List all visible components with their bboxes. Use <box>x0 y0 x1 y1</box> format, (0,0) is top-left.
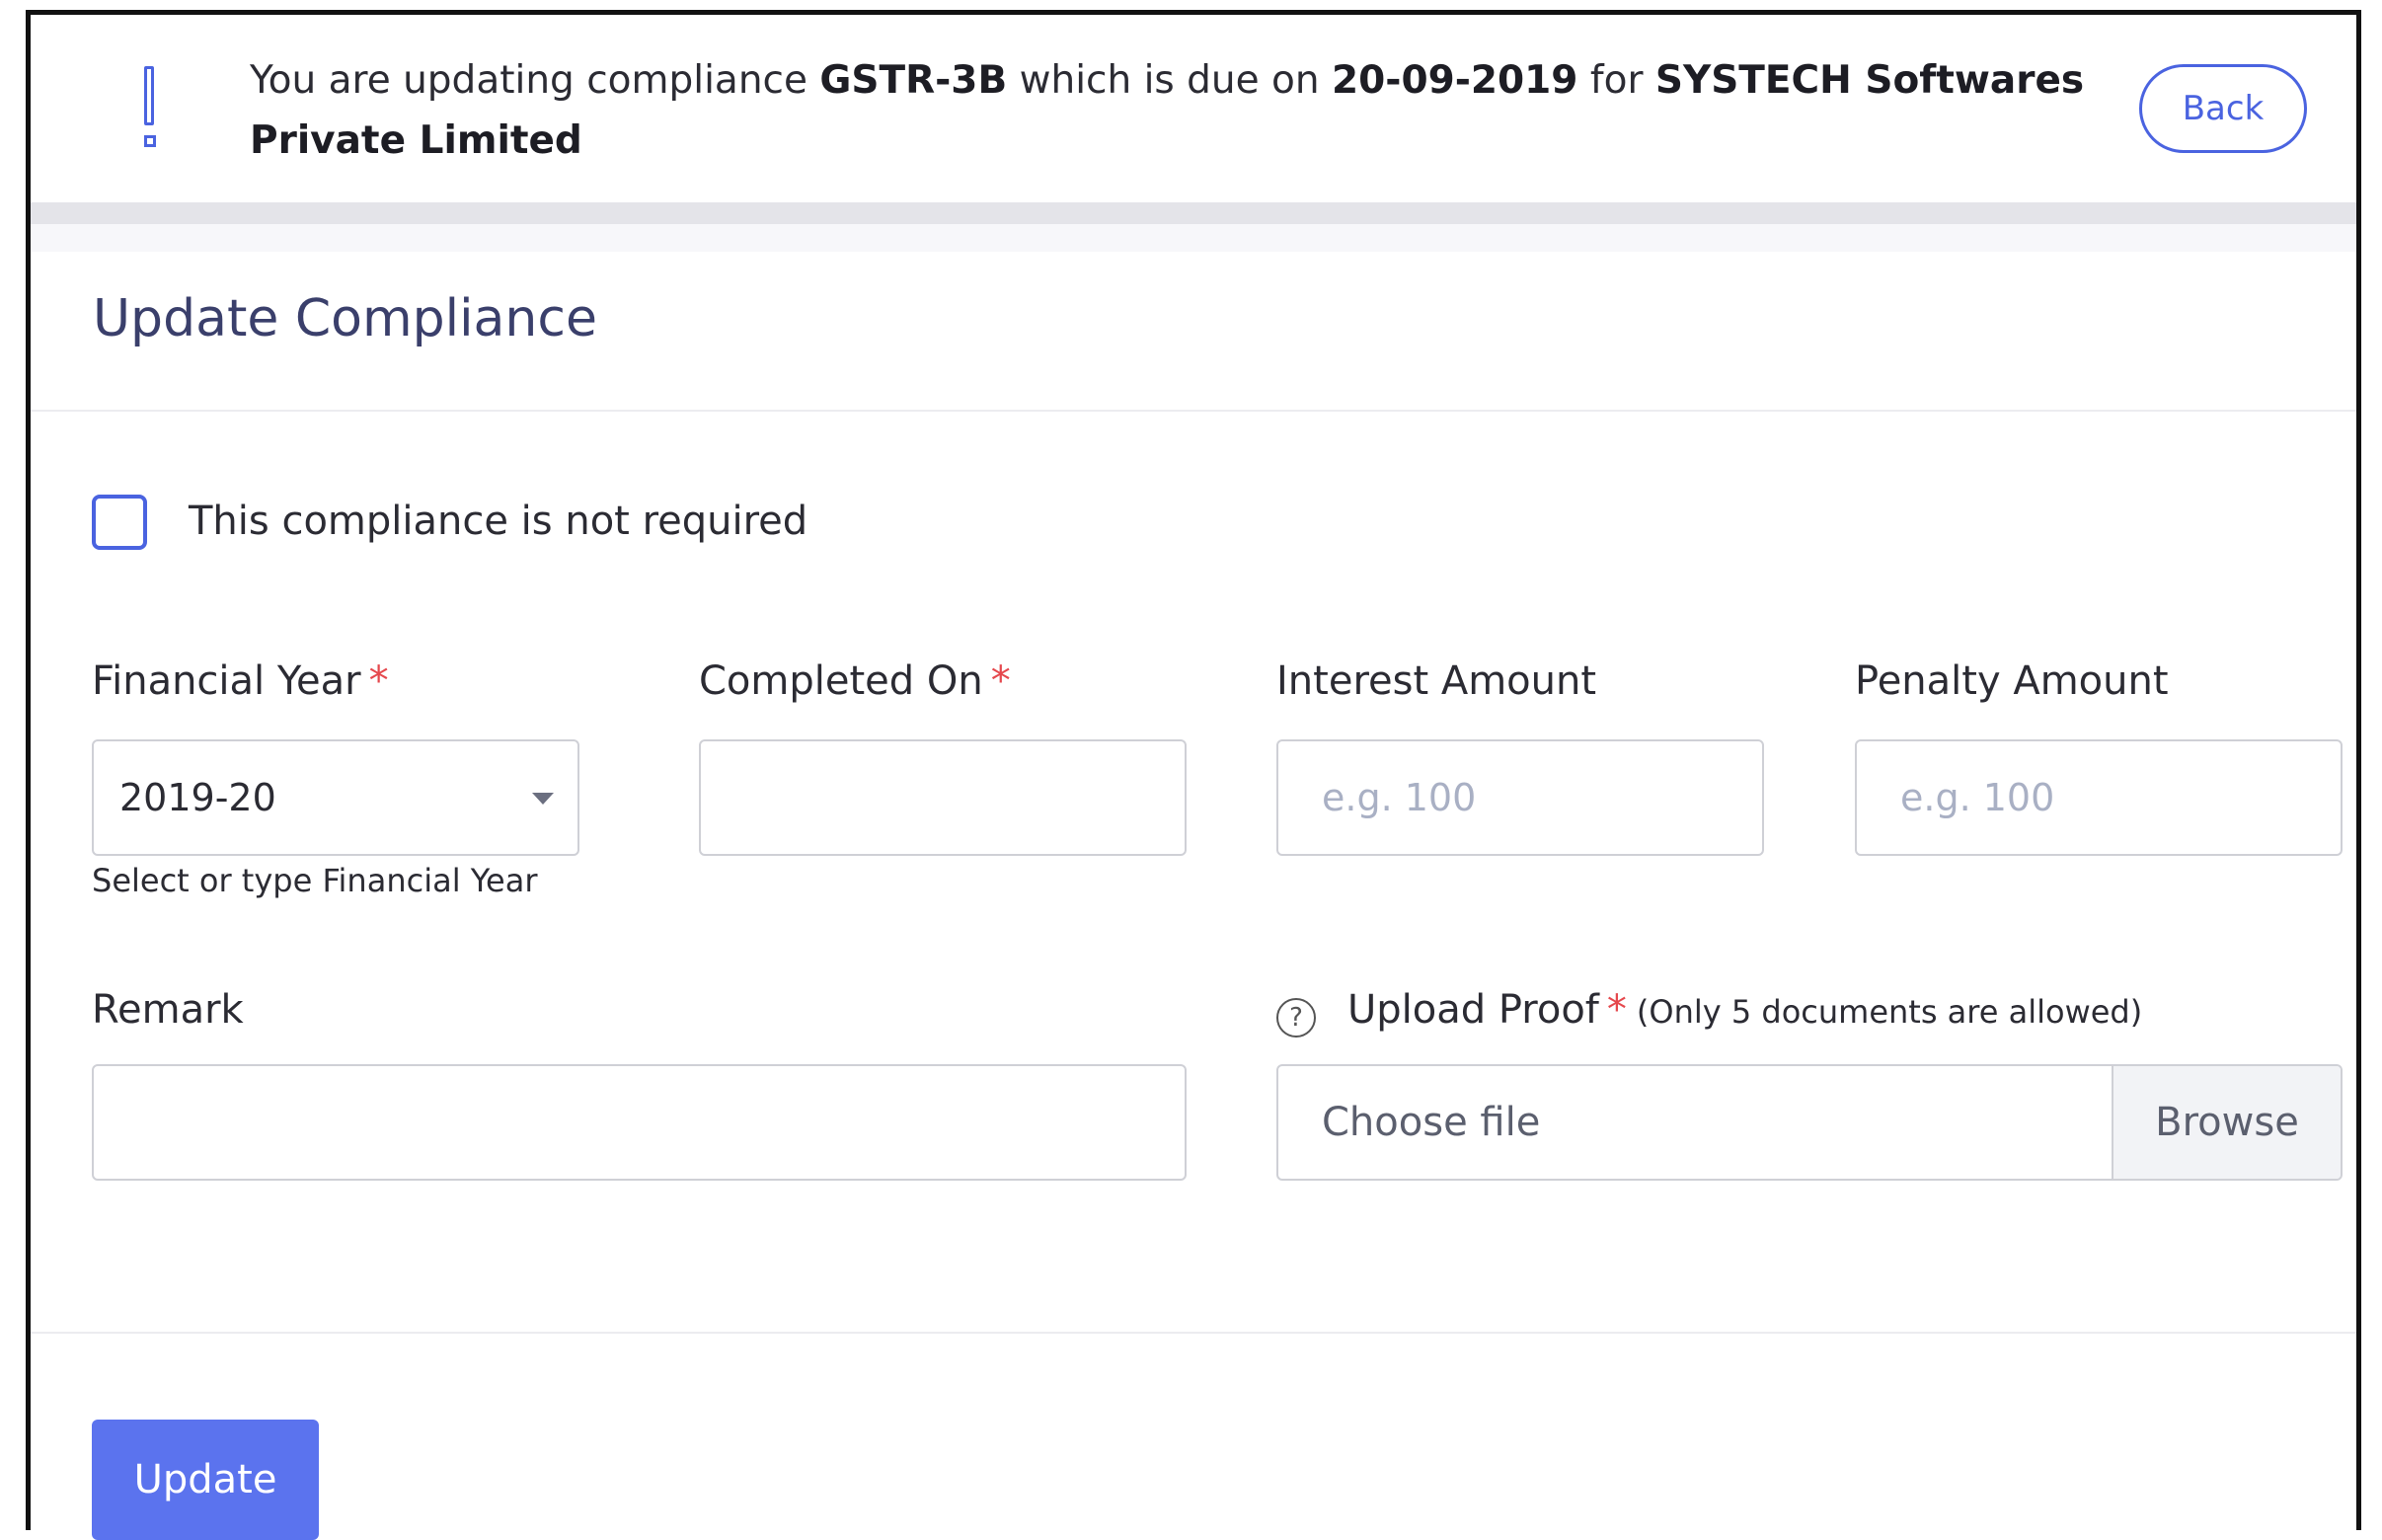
required-marker: * <box>368 658 389 704</box>
financial-year-help: Select or type Financial Year <box>92 862 538 899</box>
penalty-amount-label: Penalty Amount <box>1855 658 2169 704</box>
divider <box>31 1332 2356 1334</box>
banner-divider <box>31 202 2356 224</box>
compliance-code: GSTR-3B <box>819 58 1008 103</box>
not-required-label: This compliance is not required <box>189 499 808 544</box>
remark-input[interactable] <box>119 1100 1159 1145</box>
help-circle-icon[interactable]: ? <box>1276 998 1316 1038</box>
penalty-amount-input[interactable] <box>1898 775 2315 820</box>
financial-year-select[interactable]: 2019-20 <box>92 739 579 856</box>
upload-proof-field[interactable]: Choose file Browse <box>1276 1064 2343 1181</box>
back-button[interactable]: Back <box>2139 64 2307 153</box>
page-title: Update Compliance <box>93 289 597 348</box>
remark-label: Remark <box>92 987 244 1033</box>
financial-year-label: Financial Year * <box>92 658 389 704</box>
interest-amount-field[interactable] <box>1276 739 1764 856</box>
completed-on-field[interactable] <box>699 739 1187 856</box>
choose-file-text[interactable]: Choose file <box>1278 1066 2112 1179</box>
required-marker: * <box>990 658 1011 704</box>
required-marker: * <box>1606 987 1627 1033</box>
interest-amount-label: Interest Amount <box>1276 658 1597 704</box>
penalty-amount-field[interactable] <box>1855 739 2343 856</box>
alert-icon <box>141 66 161 155</box>
browse-button[interactable]: Browse <box>2112 1066 2341 1179</box>
not-required-checkbox[interactable] <box>92 495 147 550</box>
upload-proof-label: Upload Proof * (Only 5 documents are allow… <box>1347 987 2143 1033</box>
info-banner: You are updating compliance GSTR-3B whic… <box>31 15 2356 202</box>
update-button[interactable]: Update <box>92 1420 319 1540</box>
financial-year-value: 2019-20 <box>119 776 276 819</box>
due-date: 20-09-2019 <box>1331 58 1578 103</box>
remark-field[interactable] <box>92 1064 1187 1181</box>
caret-down-icon <box>532 793 554 805</box>
interest-amount-input[interactable] <box>1320 775 1736 820</box>
completed-on-input[interactable] <box>727 775 1159 820</box>
divider <box>31 410 2356 412</box>
upload-note: (Only 5 documents are allowed) <box>1636 993 2143 1031</box>
completed-on-label: Completed On * <box>699 658 1011 704</box>
page-frame: You are updating compliance GSTR-3B whic… <box>26 10 2361 1540</box>
banner-message: You are updating compliance GSTR-3B whic… <box>250 58 2085 163</box>
banner-shadow <box>31 224 2356 252</box>
